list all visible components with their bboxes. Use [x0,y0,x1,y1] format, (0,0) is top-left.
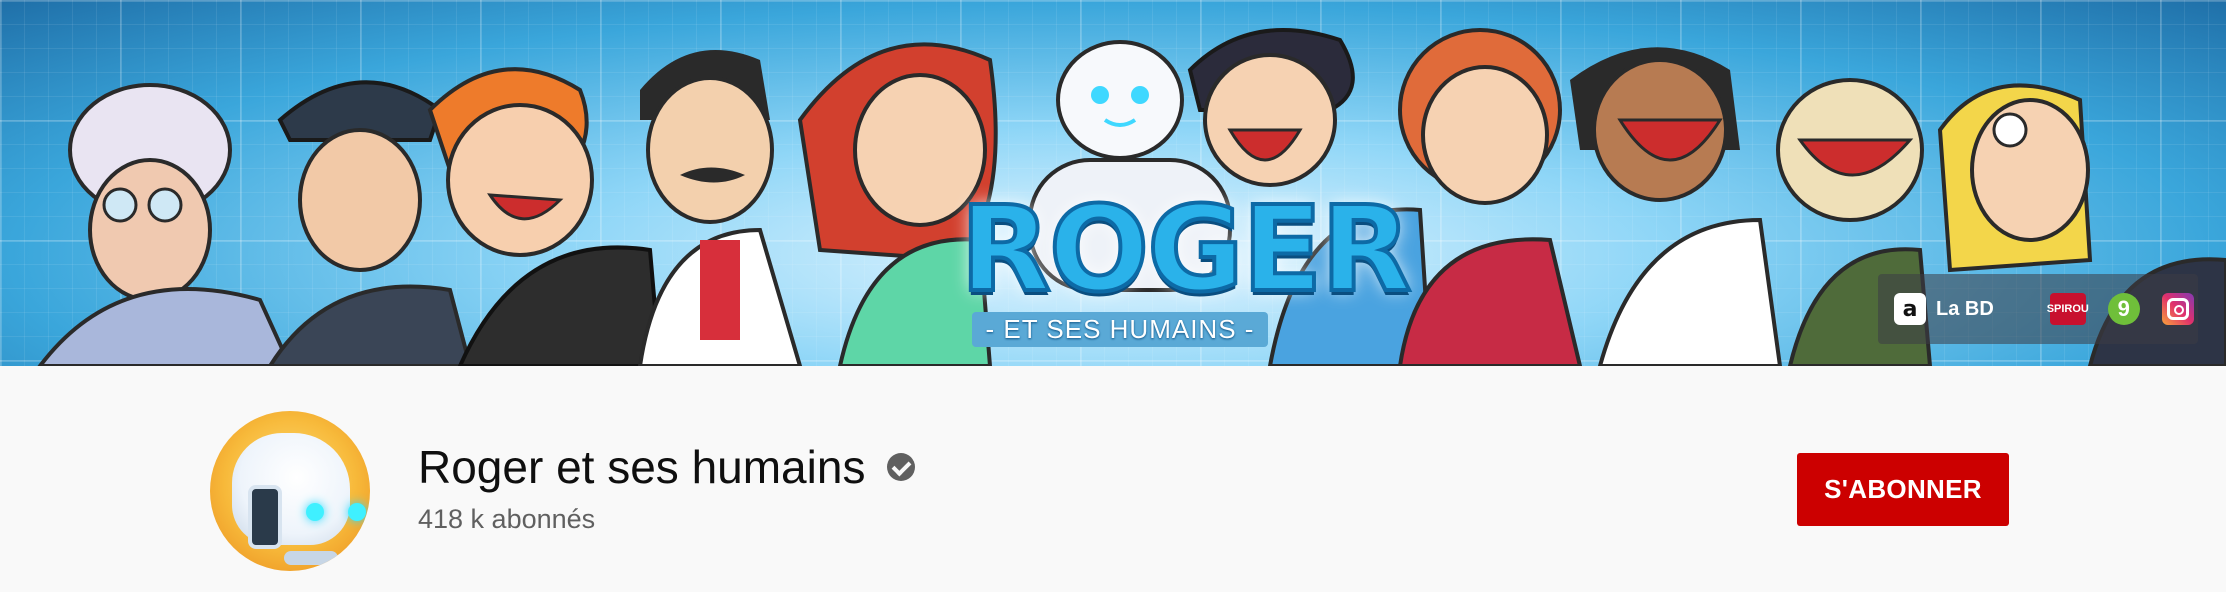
nine-icon: 9 [2107,293,2140,325]
character-woman-red-dress [1397,28,1583,366]
logo-subtitle: - ET SES HUMAINS - [971,312,1269,347]
avatar-robot-head [232,433,366,565]
link-instagram[interactable] [2161,293,2194,325]
link-amazon-la-bd[interactable]: a La BD [1894,293,1994,325]
amazon-icon: a [1894,293,1926,325]
spirou-icon: SPIROU [2047,293,2089,325]
channel-banner: ROGER - ET SES HUMAINS - a La BD SPIROU … [0,0,2226,366]
avatar-robot-chin [284,551,338,565]
character-grandma [37,83,293,366]
subscriber-count: 418 k abonnés [418,504,596,534]
character-woman-shouting [1570,47,1783,366]
subscribe-button[interactable]: S'ABONNER [1797,453,2009,526]
banner-links: a La BD SPIROU 9 [1878,274,2198,344]
link-spirou[interactable]: SPIROU [2047,293,2089,325]
instagram-icon [2161,293,2194,325]
channel-header: Roger et ses humains 418 k abonnés S'ABO… [0,366,2226,592]
roger-logo: ROGER - ET SES HUMAINS - [958,180,1414,347]
channel-avatar[interactable] [210,411,370,571]
verified-check-icon [887,453,916,481]
link-label: La BD [1936,297,1994,320]
avatar-robot-eye-right [348,503,366,521]
channel-title-row: Roger et ses humains [418,439,916,495]
channel-name: Roger et ses humains [418,441,866,493]
link-nine[interactable]: 9 [2107,293,2140,325]
avatar-robot-eye-left [306,503,324,521]
logo-title: ROGER [958,180,1414,318]
avatar-robot-ear [248,485,282,549]
character-scientist [637,50,803,366]
character-redhead-boy [427,67,663,366]
